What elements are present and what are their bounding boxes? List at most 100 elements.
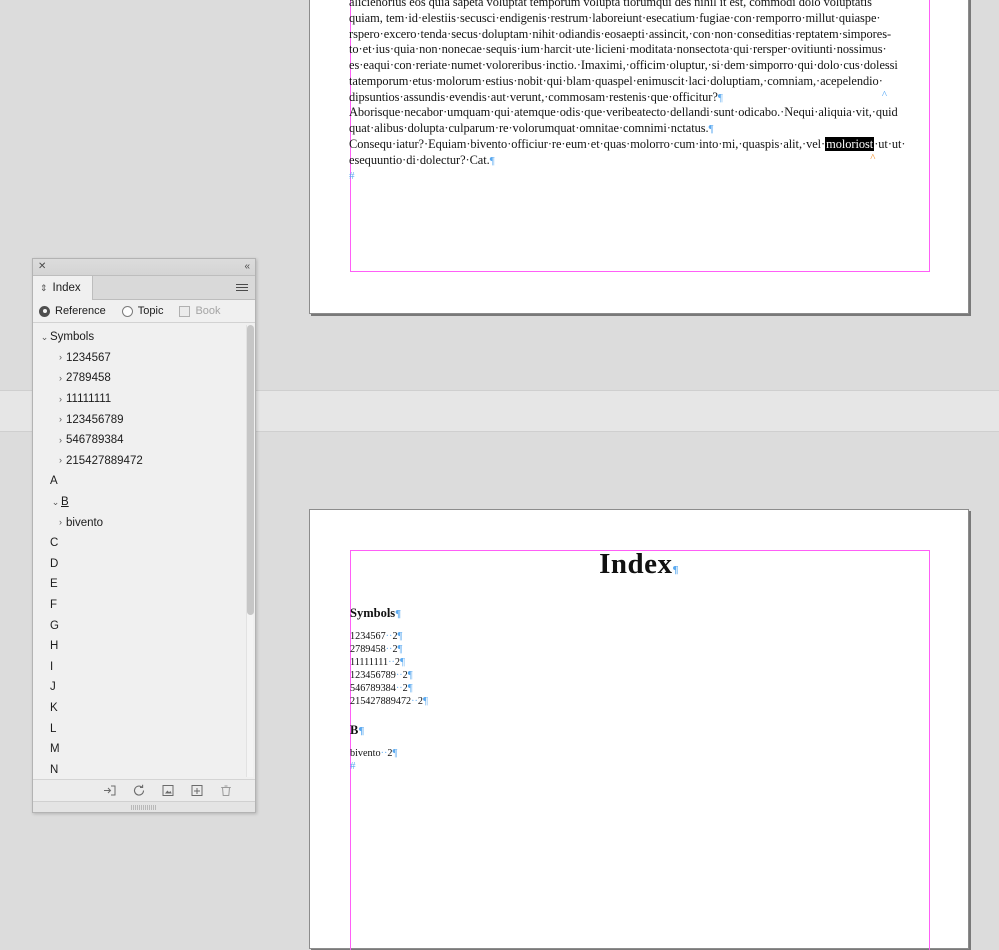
story-line-text: rspero·excero·tenda·secus·doluptam·nihit… [349, 26, 892, 41]
collapse-icon[interactable]: « [244, 262, 250, 272]
tree-row-label: B [61, 496, 69, 509]
pilcrow-icon: ¶ [400, 656, 405, 669]
story-line: esequuntio·di·dolectur?·Cat.¶ [349, 153, 906, 169]
pilcrow-icon: ¶ [397, 630, 403, 642]
story-line: rspero·excero·tenda·secus·doluptam·nihit… [349, 27, 906, 43]
tree-row-label: 2789458 [66, 372, 111, 385]
tab-label: Index [52, 282, 81, 294]
story-line: es·eaqui·con·reriate·numet·voloreribus·i… [349, 58, 906, 74]
update-preview-icon[interactable] [131, 783, 146, 798]
panel-resize-bar[interactable] [33, 801, 255, 812]
tree-row-h[interactable]: H [33, 636, 255, 657]
chevron-down-icon[interactable]: ⌄ [50, 497, 61, 507]
index-end-marker: # [350, 760, 428, 773]
tree-row-label: L [50, 722, 57, 735]
story-line: dipsuntios·assundis·evendis·aut·verunt,·… [349, 90, 906, 106]
tree-row-c[interactable]: C [33, 533, 255, 554]
tree-row-1234567[interactable]: › 1234567 [33, 348, 255, 369]
page-reference-icon[interactable] [160, 783, 175, 798]
story-line-text: quiam, tem·id·elestiis·secusci·endigenis… [349, 10, 881, 25]
tree-row-j[interactable]: J [33, 677, 255, 698]
radio-reference[interactable]: Reference [39, 305, 106, 317]
tree-row-d[interactable]: D [33, 554, 255, 575]
index-entry-term: 2789458 [350, 644, 386, 656]
story-line-text: tatemporum·etus·molorum·estius·nobit·qui… [349, 73, 883, 88]
index-entry-separator: ·· [388, 657, 395, 669]
tree-row-546789384[interactable]: › 546789384 [33, 430, 255, 451]
index-panel[interactable]: ✕ « ⇕ Index Reference Topic Book ⌄ Symbol… [32, 258, 256, 813]
index-page-body[interactable]: Symbols¶ 1234567··2¶ 2789458··2¶ 1111111… [350, 605, 428, 773]
index-section-heading: Symbols¶ [350, 605, 428, 623]
tree-row-g[interactable]: G [33, 615, 255, 636]
tab-index[interactable]: ⇕ Index [33, 276, 93, 300]
index-entry-term: 215427889472 [350, 696, 412, 708]
new-entry-icon[interactable] [189, 783, 204, 798]
checkbox-book-label: Book [195, 305, 221, 317]
chevron-right-icon[interactable]: › [55, 353, 66, 362]
tree-row-label: bivento [66, 516, 104, 529]
panel-footer-toolbar [33, 779, 255, 801]
pilcrow-icon: ¶ [395, 608, 402, 620]
tree-row-11111111[interactable]: › 11111111 [33, 389, 255, 410]
tree-row-a[interactable]: A [33, 471, 255, 492]
index-entry-term: 1234567 [350, 631, 386, 642]
delete-entry-icon[interactable] [218, 783, 233, 798]
tree-row-label: C [50, 537, 59, 550]
panel-scrollbar-thumb[interactable] [247, 325, 254, 615]
tree-row-f[interactable]: F [33, 595, 255, 616]
tree-row-2789458[interactable]: › 2789458 [33, 368, 255, 389]
story-line: quat·alibus·dolupta·culparum·re·volorumq… [349, 121, 906, 137]
generate-index-icon[interactable] [102, 783, 117, 798]
end-of-story-marker: # [350, 759, 356, 772]
story-text-frame[interactable]: aliciehorius eos quia sapeta voluptat te… [349, 0, 906, 184]
chevron-down-icon[interactable]: ⌄ [39, 332, 50, 342]
hamburger-icon [236, 282, 248, 293]
tree-row-l[interactable]: L [33, 718, 255, 739]
resize-grip-icon[interactable] [131, 804, 157, 810]
tab-grip-icon: ⇕ [40, 282, 48, 293]
story-line: Consequ·iatur?·Equiam·bivento·officiur·r… [349, 136, 906, 167]
panel-menu-icon[interactable] [236, 276, 255, 299]
pilcrow-icon: ¶ [407, 682, 413, 695]
radio-topic-label: Topic [137, 305, 164, 317]
pilcrow-icon: ¶ [708, 123, 714, 135]
tree-row-label: A [50, 475, 58, 488]
index-entry-separator: ·· [411, 696, 418, 708]
tree-row-bivento[interactable]: › bivento [33, 512, 255, 533]
tree-row-label: 215427889472 [66, 454, 143, 467]
margin-guide-page-2 [350, 550, 930, 950]
radio-reference-icon [39, 305, 50, 317]
story-line-text: aliciehorius eos quia sapeta voluptat te… [349, 0, 872, 9]
index-entry: 11111111··2¶ [350, 656, 428, 669]
tree-row-k[interactable]: K [33, 698, 255, 719]
pilcrow-icon: ¶ [407, 669, 413, 682]
chevron-right-icon[interactable]: › [55, 394, 66, 404]
tree-row-123456789[interactable]: › 123456789 [33, 409, 255, 430]
index-entry: 215427889472··2¶ [350, 695, 428, 708]
chevron-right-icon[interactable]: › [55, 435, 66, 445]
index-tree-list[interactable]: ⌄ Symbols › 1234567 › 2789458 › 11111111 › 123456… [33, 323, 255, 779]
story-line: aliciehorius eos quia sapeta voluptat te… [349, 0, 906, 11]
chevron-right-icon[interactable]: › [55, 518, 66, 527]
tree-row-n[interactable]: N [33, 759, 255, 779]
chevron-right-icon[interactable]: › [55, 415, 66, 424]
story-line: # [349, 168, 906, 184]
tree-row-215427889472[interactable]: › 215427889472 [33, 451, 255, 472]
tree-row-label: 546789384 [66, 434, 124, 447]
panel-scrollbar[interactable] [246, 325, 254, 777]
radio-topic[interactable]: Topic [121, 305, 164, 317]
chevron-right-icon[interactable]: › [55, 373, 66, 383]
tree-row-b[interactable]: ⌄ B [33, 492, 255, 513]
chevron-right-icon[interactable]: › [55, 456, 66, 465]
tree-row-e[interactable]: E [33, 574, 255, 595]
tree-row-i[interactable]: I [33, 657, 255, 678]
story-line-text: to·et·ius·quia·non·nonecae·sequis·ium·ha… [349, 42, 887, 57]
tree-row-label: I [50, 660, 54, 673]
index-entry: 123456789··2¶ [350, 669, 428, 682]
tree-row-label: M [50, 743, 60, 756]
close-icon[interactable]: ✕ [38, 262, 46, 272]
index-heading-text: Symbols [350, 606, 396, 620]
tree-row-m[interactable]: M [33, 739, 255, 760]
selected-text-highlight[interactable]: moloriost [825, 136, 875, 151]
tree-row-symbols[interactable]: ⌄ Symbols [33, 327, 255, 348]
